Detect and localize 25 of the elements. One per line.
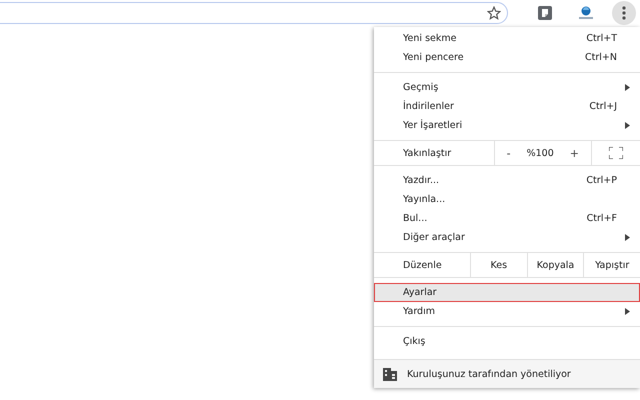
zoom-value: %100	[526, 148, 555, 158]
zoom-out-button[interactable]: -	[500, 146, 517, 160]
managed-text: Kuruluşunuz tarafından yönetiliyor	[407, 368, 571, 380]
building-icon	[383, 368, 397, 380]
menu-button[interactable]	[612, 1, 636, 25]
menu-item[interactable]: Ayarlar	[374, 283, 640, 302]
menu-item[interactable]: Yayınla...	[374, 190, 640, 209]
zoom-label: Yakınlaştır	[402, 148, 452, 158]
menu-item[interactable]: Yeni sekme Ctrl+T	[374, 29, 640, 48]
more-vertical-icon	[622, 6, 626, 20]
fullscreen-icon[interactable]	[609, 147, 623, 159]
menu-item[interactable]: Çıkış	[374, 332, 640, 351]
menu-item[interactable]: Yeni pencere Ctrl+N	[374, 48, 640, 67]
edit-label: Düzenle	[402, 260, 443, 270]
menu-item[interactable]: Geçmiş	[374, 78, 640, 97]
star-icon[interactable]	[487, 6, 501, 20]
menu-item[interactable]: Yazdır... Ctrl+P	[374, 171, 640, 190]
menu-item[interactable]: Yardım	[374, 302, 640, 321]
menu-item[interactable]: İndirilenler Ctrl+J	[374, 97, 640, 116]
menu-item[interactable]: Yer İşaretleri	[374, 116, 640, 135]
zoom-in-button[interactable]: +	[564, 146, 585, 160]
extension-icon[interactable]	[538, 6, 552, 20]
menu-item[interactable]: Bul... Ctrl+F	[374, 209, 640, 228]
globe-icon[interactable]	[578, 6, 594, 20]
menu-item[interactable]: Diğer araçlar	[374, 228, 640, 247]
